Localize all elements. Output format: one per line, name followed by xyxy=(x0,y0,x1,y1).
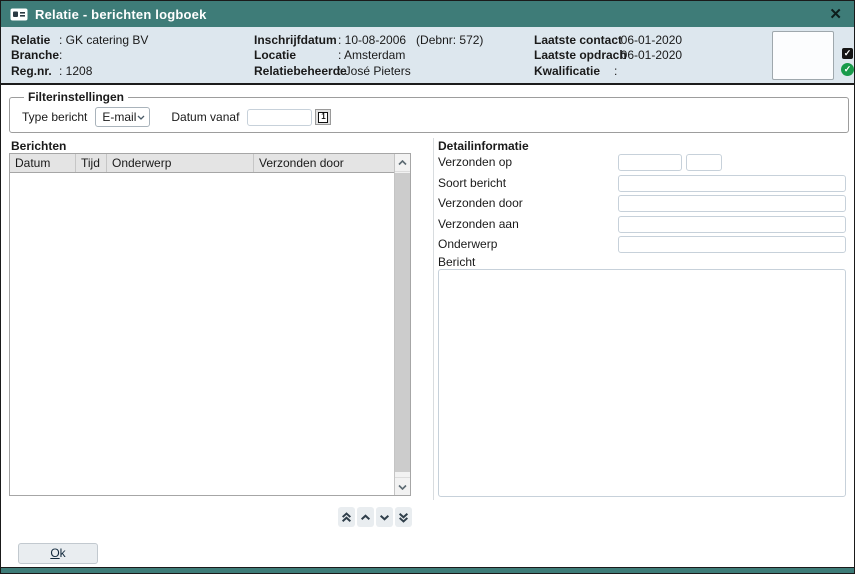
verzonden-door-label: Verzonden door xyxy=(438,195,523,212)
berichten-title: Berichten xyxy=(11,139,66,153)
type-bericht-selected-value: E-mail xyxy=(102,110,136,124)
scroll-down-icon[interactable] xyxy=(395,477,410,495)
locatie-label: Locatie xyxy=(254,48,338,62)
filter-legend: Filterinstellingen xyxy=(24,90,128,104)
relation-info-header: Relatie: GK catering BV Branche: Reg.nr.… xyxy=(1,27,854,85)
datum-vanaf-label: Datum vanaf xyxy=(171,110,239,124)
branche-value: : xyxy=(59,48,62,62)
relatiebeheerder-value: : José Pieters xyxy=(338,64,411,78)
branche-label: Branche xyxy=(11,48,59,62)
window-bottom-strip xyxy=(1,567,854,573)
column-header-tijd[interactable]: Tijd xyxy=(76,154,107,172)
relatiebeheerder-label: Relatiebeheerde xyxy=(254,64,338,78)
soort-bericht-input[interactable] xyxy=(618,175,846,192)
laatste-contact-value: : 06-01-2020 xyxy=(614,33,682,47)
detail-title: Detailinformatie xyxy=(438,139,529,153)
berichten-list[interactable]: Datum Tijd Onderwerp Verzonden door xyxy=(9,153,411,496)
bericht-textarea[interactable] xyxy=(438,269,846,497)
record-navigation xyxy=(338,507,412,527)
ok-button-label: Ok xyxy=(50,546,65,560)
verzonden-door-input[interactable] xyxy=(618,195,846,212)
laatste-opdracht-label: Laatste opdrach xyxy=(534,48,614,62)
kwalificatie-label: Kwalificatie xyxy=(534,64,614,78)
header-col-left: Relatie: GK catering BV Branche: Reg.nr.… xyxy=(11,32,148,79)
verzonden-op-label: Verzonden op xyxy=(438,154,512,171)
regnr-value: : 1208 xyxy=(59,64,92,78)
scroll-up-icon[interactable] xyxy=(395,154,410,172)
berichten-list-body[interactable] xyxy=(10,173,394,495)
column-header-onderwerp[interactable]: Onderwerp xyxy=(107,154,254,172)
panel-divider xyxy=(433,138,434,500)
column-header-verzonden-door[interactable]: Verzonden door xyxy=(254,154,394,172)
filter-row: Type bericht E-mail Datum vanaf 1 xyxy=(22,106,848,128)
scrollbar-thumb[interactable] xyxy=(395,173,410,472)
ok-button[interactable]: Ok xyxy=(18,543,98,564)
type-bericht-select[interactable]: E-mail xyxy=(95,107,150,127)
berichten-list-header: Datum Tijd Onderwerp Verzonden door xyxy=(10,154,394,173)
verzonden-op-date-input[interactable] xyxy=(618,154,682,171)
dialog-window: Relatie - berichten logboek ✕ Relatie: G… xyxy=(0,0,855,574)
datum-vanaf-input[interactable] xyxy=(247,109,312,126)
last-record-button[interactable] xyxy=(395,507,412,527)
window-title: Relatie - berichten logboek xyxy=(35,7,207,22)
soort-bericht-label: Soort bericht xyxy=(438,175,506,192)
regnr-label: Reg.nr. xyxy=(11,64,59,78)
onderwerp-label: Onderwerp xyxy=(438,236,497,253)
header-col-middle: Inschrijfdatum: 10-08-2006 (Debnr: 572) … xyxy=(254,32,483,79)
next-record-button[interactable] xyxy=(376,507,393,527)
filter-settings-group: Filterinstellingen Type bericht E-mail D… xyxy=(9,90,849,133)
close-icon[interactable]: ✕ xyxy=(826,6,845,23)
type-bericht-label: Type bericht xyxy=(22,110,87,124)
column-header-datum[interactable]: Datum xyxy=(10,154,76,172)
verzonden-op-time-input[interactable] xyxy=(686,154,722,171)
relatie-value: : GK catering BV xyxy=(59,33,148,47)
calendar-icon: 1 xyxy=(318,112,328,123)
header-checkbox-icon[interactable]: ✓ xyxy=(842,48,853,59)
inschrijfdatum-label: Inschrijfdatum xyxy=(254,33,338,47)
first-record-button[interactable] xyxy=(338,507,355,527)
header-col-right: Laatste contact: 06-01-2020 Laatste opdr… xyxy=(534,32,682,79)
inschrijfdatum-value: : 10-08-2006 (Debnr: 572) xyxy=(338,33,483,47)
contact-card-icon xyxy=(10,8,28,21)
verzonden-aan-label: Verzonden aan xyxy=(438,216,519,233)
status-ok-icon[interactable]: ✓ xyxy=(841,63,854,76)
onderwerp-input[interactable] xyxy=(618,236,846,253)
laatste-contact-label: Laatste contact xyxy=(534,33,614,47)
calendar-picker-button[interactable]: 1 xyxy=(315,109,331,125)
previous-record-button[interactable] xyxy=(357,507,374,527)
verzonden-aan-input[interactable] xyxy=(618,216,846,233)
locatie-value: : Amsterdam xyxy=(338,48,405,62)
laatste-opdracht-value: : 06-01-2020 xyxy=(614,48,682,62)
kwalificatie-value: : xyxy=(614,64,617,78)
photo-placeholder xyxy=(772,31,834,80)
chevron-down-icon xyxy=(137,115,145,120)
title-bar: Relatie - berichten logboek ✕ xyxy=(1,1,854,27)
relatie-label: Relatie xyxy=(11,33,59,47)
list-scrollbar[interactable] xyxy=(394,154,410,495)
